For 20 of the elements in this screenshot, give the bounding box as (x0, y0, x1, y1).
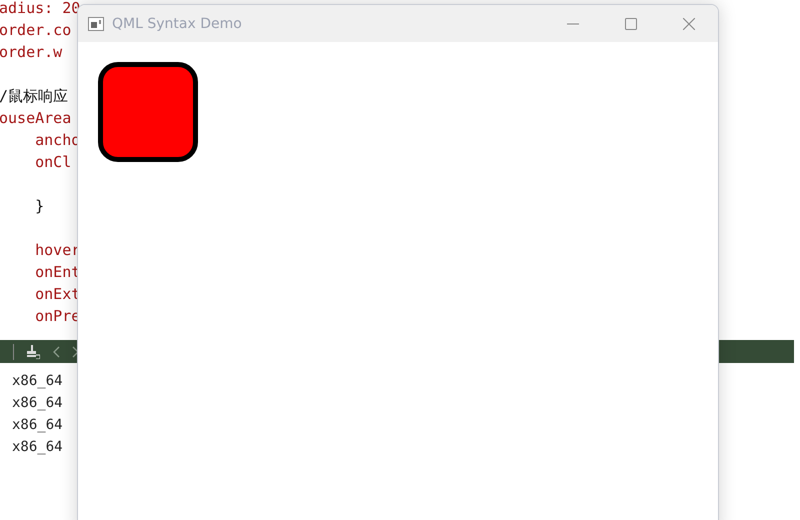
code-line: ouseArea (0, 108, 72, 129)
back-icon[interactable] (52, 346, 60, 358)
code-line: onCl (34, 152, 72, 173)
output-line: x86_64 (12, 438, 64, 457)
code-comment: /鼠标响应 (0, 86, 68, 107)
window-title: QML Syntax Demo (112, 16, 243, 32)
output-line: x86_64 (12, 372, 64, 391)
code-line: onEnt (34, 262, 80, 283)
code-line: } (34, 196, 44, 217)
clear-icon[interactable] (26, 344, 40, 358)
close-icon (683, 18, 695, 30)
code-line: hover (34, 240, 80, 261)
app-icon (88, 16, 104, 30)
maximize-icon (625, 18, 637, 30)
forward-icon[interactable] (72, 346, 80, 358)
code-line: onExt (34, 284, 80, 305)
output-line: x86_64 (12, 394, 64, 413)
code-line: order.co (0, 20, 72, 41)
output-line: x86_64 (12, 416, 64, 435)
code-line: order.w (0, 42, 62, 63)
